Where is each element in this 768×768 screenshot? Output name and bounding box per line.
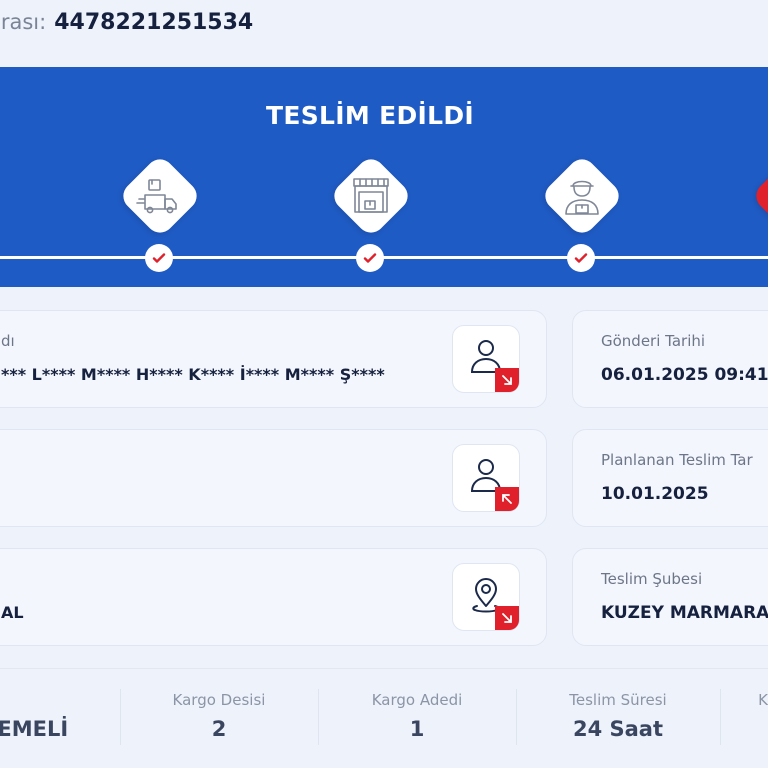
progress-line <box>0 256 768 259</box>
delivered-icon <box>750 153 768 239</box>
planned-date-label: Planlanan Teslim Tar <box>601 451 753 469</box>
step-at-branch <box>328 153 414 239</box>
stat-payment-value: DEMELİ <box>0 717 69 741</box>
sender-card: dı *** L**** M**** H**** K**** İ**** M**… <box>0 310 547 408</box>
stat-payment: DEMELİ <box>0 669 120 768</box>
branch-value: KUZEY MARMARA <box>601 603 768 623</box>
step-at-branch-check-icon <box>356 244 384 272</box>
shipment-stats: DEMELİ Kargo Desisi 2 Kargo Adedi 1 Tesl… <box>0 668 768 768</box>
arrow-down-right-icon <box>495 606 519 630</box>
stat-desi-value: 2 <box>211 717 227 741</box>
location-details-button[interactable] <box>452 563 520 631</box>
stat-desi: Kargo Desisi 2 <box>120 669 318 768</box>
arrow-down-right-icon <box>495 368 519 392</box>
step-shipped-check-icon <box>145 244 173 272</box>
tracking-number-label: arası: <box>0 10 47 34</box>
sender-name: *** L**** M**** H**** K**** İ**** M**** … <box>1 365 385 384</box>
stat-duration-value: 24 Saat <box>572 717 664 741</box>
step-out-for-delivery-check-icon <box>567 244 595 272</box>
branch-store-icon <box>353 178 389 213</box>
stat-count-value: 1 <box>409 717 425 741</box>
branch-card: Teslim Şubesi KUZEY MARMARA <box>572 548 768 646</box>
location-value: AL <box>1 603 24 622</box>
planned-date-value: 10.01.2025 <box>601 484 709 504</box>
stat-desi-label: Kargo Desisi <box>172 691 266 709</box>
status-banner: TESLİM EDİLDİ <box>0 67 768 287</box>
cargo-tracking-page: arası: 4478221251534 TESLİM EDİLDİ <box>0 0 768 768</box>
status-title: TESLİM EDİLDİ <box>266 101 474 130</box>
send-date-label: Gönderi Tarihi <box>601 332 706 350</box>
send-date-value: 06.01.2025 09:41:0 <box>601 365 768 385</box>
send-date-card: Gönderi Tarihi 06.01.2025 09:41:0 <box>572 310 768 408</box>
arrow-up-left-icon <box>495 487 519 511</box>
stat-duration: Teslim Süresi 24 Saat <box>516 669 720 768</box>
tracking-number-header: arası: 4478221251534 <box>0 10 253 46</box>
sender-details-button[interactable] <box>452 325 520 393</box>
stat-extra: K <box>720 669 768 768</box>
branch-label: Teslim Şubesi <box>601 570 703 588</box>
stat-extra-label: K <box>758 691 768 709</box>
sender-label: dı <box>1 332 15 350</box>
location-card: AL <box>0 548 547 646</box>
step-shipped <box>117 153 203 239</box>
planned-date-card: Planlanan Teslim Tar 10.01.2025 <box>572 429 768 527</box>
delivery-truck-icon <box>136 179 177 214</box>
tracking-number-value: 4478221251534 <box>54 10 254 35</box>
receiver-details-button[interactable] <box>452 444 520 512</box>
stat-duration-label: Teslim Süresi <box>569 691 667 709</box>
step-delivered <box>750 153 768 239</box>
courier-icon <box>565 180 599 215</box>
stat-count: Kargo Adedi 1 <box>318 669 516 768</box>
stat-count-label: Kargo Adedi <box>371 691 463 709</box>
step-out-for-delivery <box>539 153 625 239</box>
receiver-card <box>0 429 547 527</box>
